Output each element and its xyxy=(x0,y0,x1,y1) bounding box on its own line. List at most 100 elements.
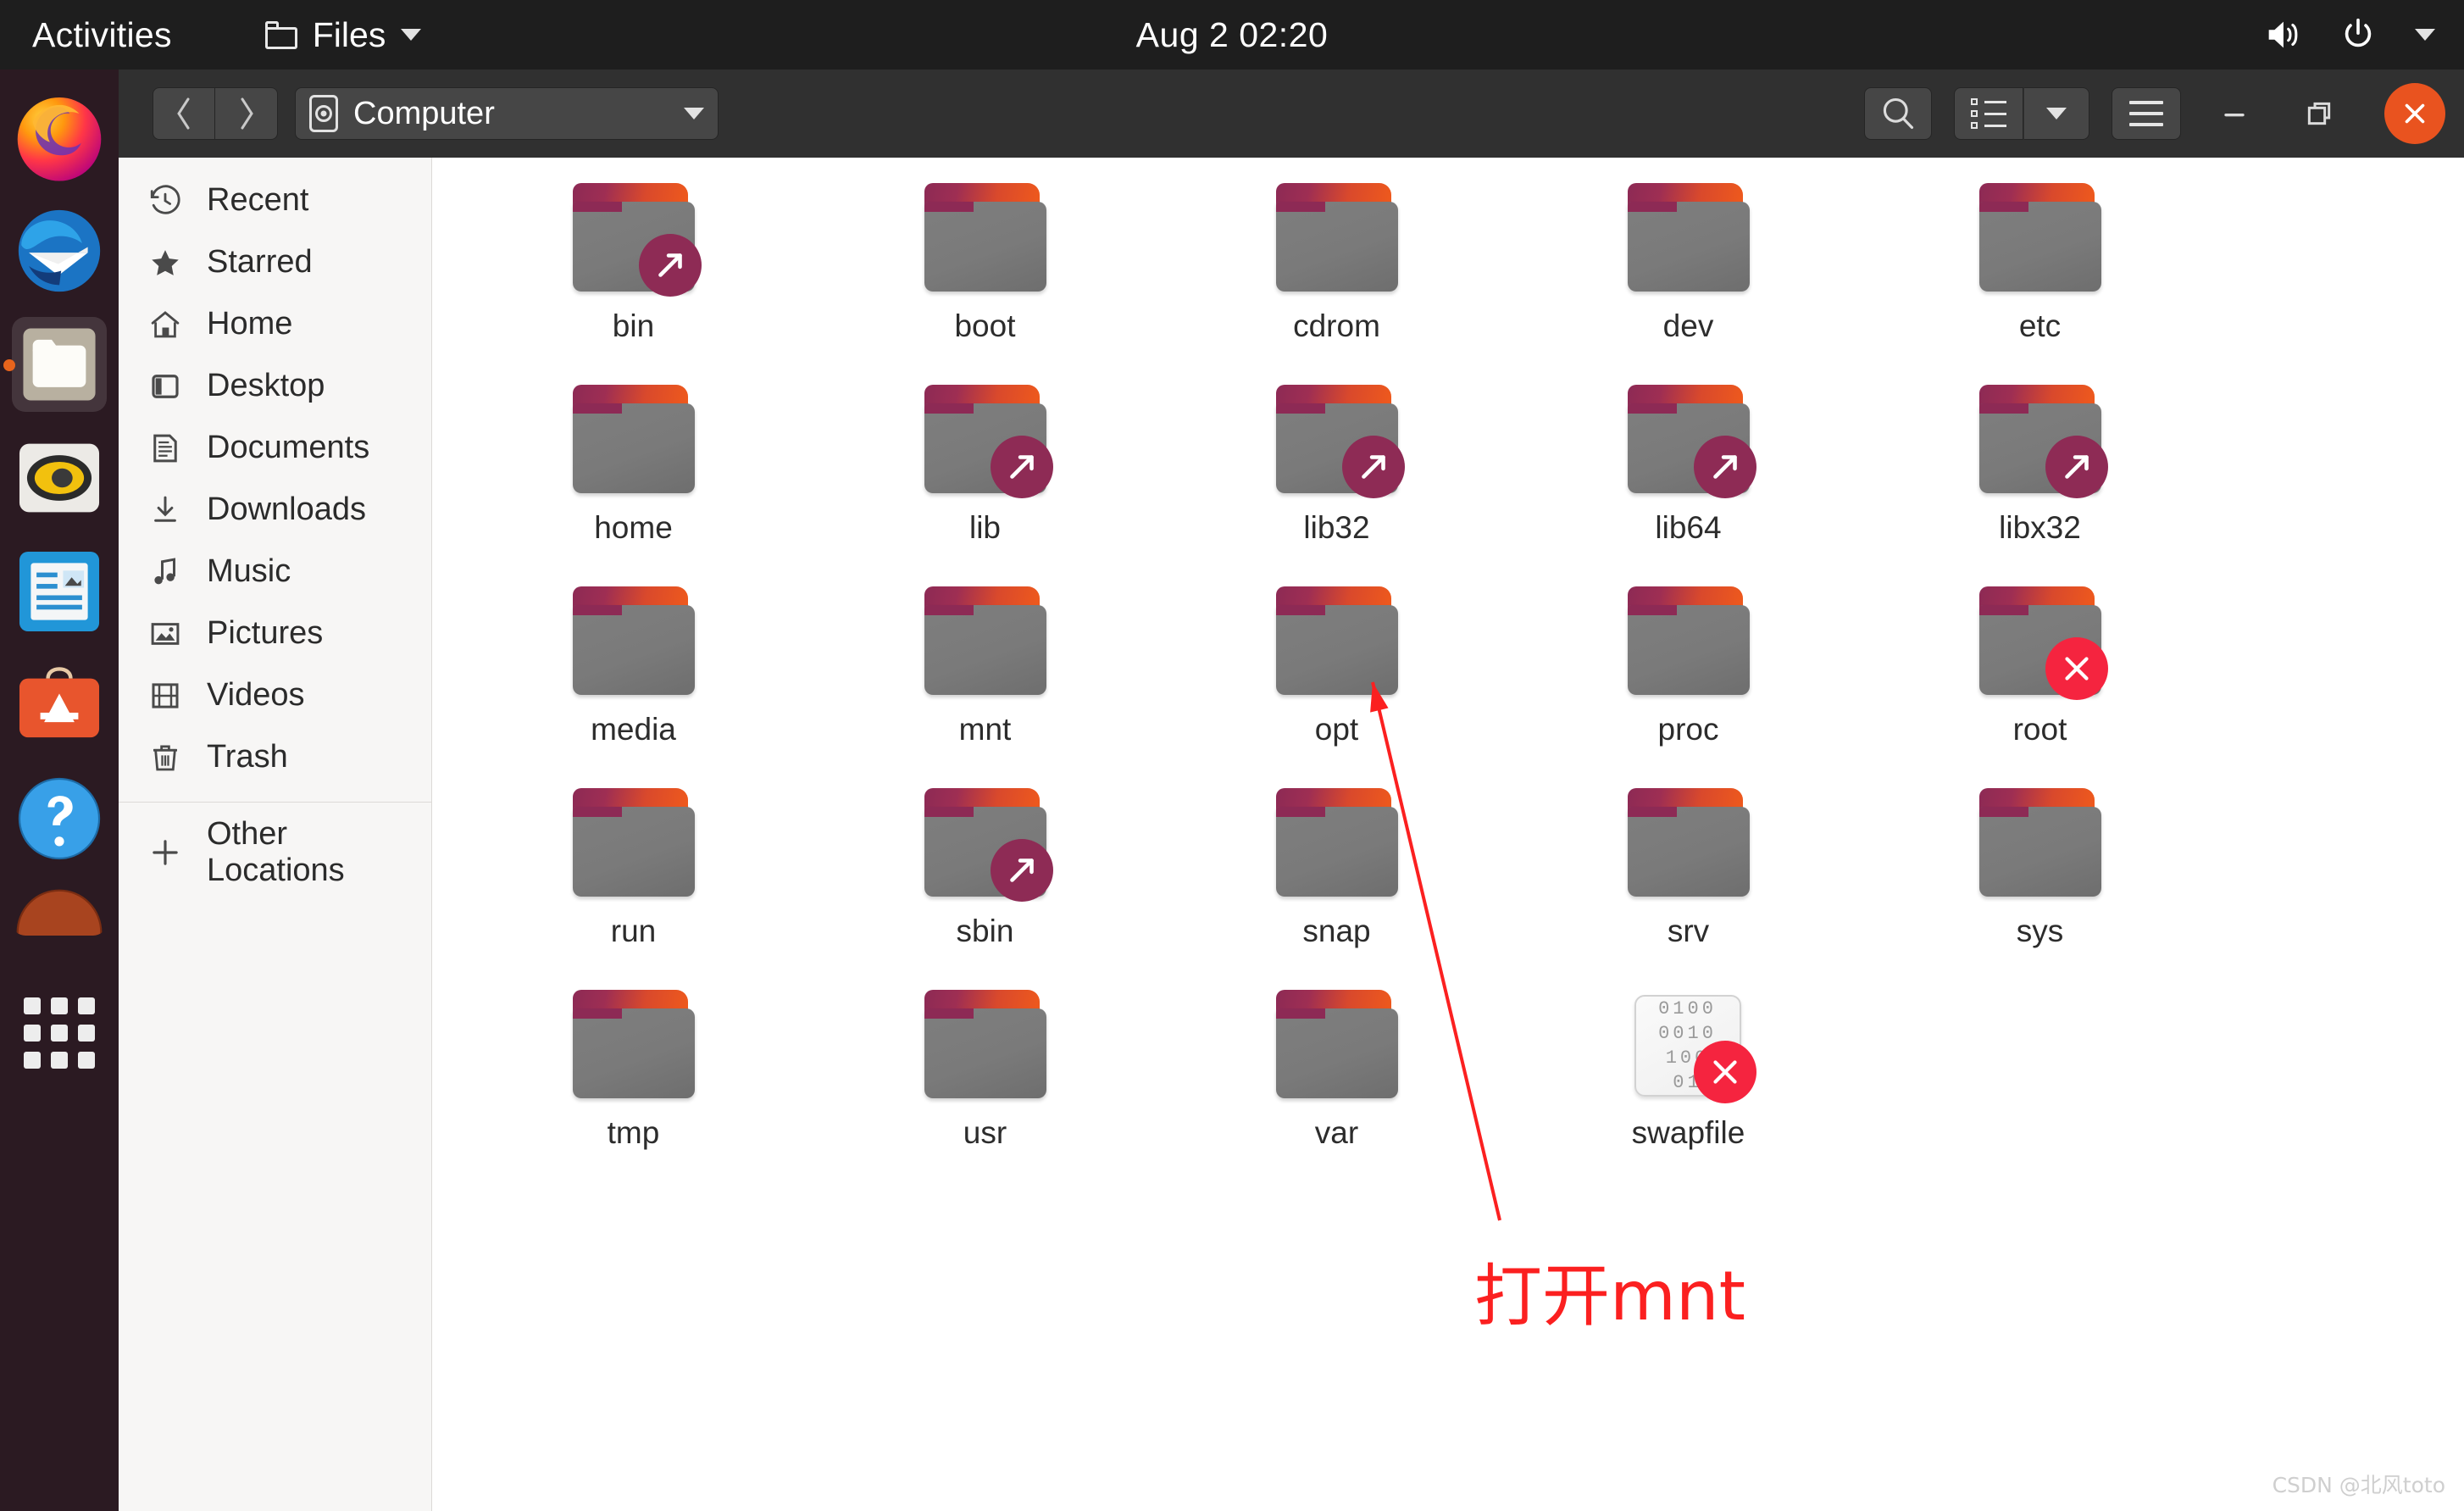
symlink-badge-icon xyxy=(1693,436,1756,498)
show-applications-button[interactable] xyxy=(24,997,95,1069)
file-item-run[interactable]: run xyxy=(507,781,761,983)
file-item-sbin[interactable]: sbin xyxy=(858,781,1113,983)
sidebar-item-label: Other Locations xyxy=(207,815,345,888)
sidebar-item-music[interactable]: Music xyxy=(119,541,431,603)
maximize-icon xyxy=(2307,102,2331,125)
close-icon xyxy=(2405,103,2425,124)
file-view-pane[interactable]: bin boot cdrom dev etc home lib lib32 lib64 libx3… xyxy=(432,158,2464,1511)
dock-item-ubuntu-software[interactable] xyxy=(12,658,107,753)
file-item-snap[interactable]: snap xyxy=(1210,781,1464,983)
search-button[interactable] xyxy=(1864,87,1932,140)
sidebar-item-label: Home xyxy=(207,306,293,342)
folder-icon xyxy=(569,183,702,297)
folder-icon xyxy=(569,385,698,497)
sidebar-item-other-locations[interactable]: Other Locations xyxy=(119,816,431,888)
minimize-button[interactable] xyxy=(2203,82,2266,145)
sidebar-item-recent[interactable]: Recent xyxy=(119,169,431,231)
ubuntu-software-icon xyxy=(19,667,100,738)
file-item-lib32[interactable]: lib32 xyxy=(1210,378,1464,580)
file-item-srv[interactable]: srv xyxy=(1562,781,1816,983)
file-item-label: run xyxy=(610,914,657,948)
file-item-boot[interactable]: boot xyxy=(858,176,1113,378)
folder-icon xyxy=(1273,990,1401,1102)
clock-history-icon xyxy=(150,184,180,214)
file-item-cdrom[interactable]: cdrom xyxy=(1210,176,1464,378)
folder-icon xyxy=(921,586,1050,698)
minimize-icon xyxy=(2224,114,2245,117)
dock-item-rhythmbox[interactable] xyxy=(12,431,107,525)
file-item-label: lib xyxy=(968,510,1002,545)
disk-icon xyxy=(309,95,338,132)
maximize-button[interactable] xyxy=(2288,82,2350,145)
file-item-lib[interactable]: lib xyxy=(858,378,1113,580)
dock-item-firefox[interactable] xyxy=(12,90,107,185)
forward-button[interactable] xyxy=(215,87,278,140)
file-item-libx32[interactable]: libx32 xyxy=(1913,378,2167,580)
file-item-label: sys xyxy=(2016,914,2064,948)
view-mode-group xyxy=(1954,87,2089,140)
path-bar-computer[interactable]: Computer xyxy=(295,87,719,140)
volume-icon[interactable] xyxy=(2262,15,2301,54)
file-item-opt[interactable]: opt xyxy=(1210,580,1464,781)
file-item-usr[interactable]: usr xyxy=(858,983,1113,1185)
file-item-home[interactable]: home xyxy=(507,378,761,580)
help-icon xyxy=(18,777,101,860)
plus-icon xyxy=(153,839,178,865)
list-view-button[interactable] xyxy=(1954,87,2023,140)
file-item-etc[interactable]: etc xyxy=(1913,176,2167,378)
sidebar-item-trash[interactable]: Trash xyxy=(119,726,431,788)
sidebar-item-documents[interactable]: Documents xyxy=(119,417,431,479)
hamburger-menu-icon xyxy=(2129,101,2163,126)
libreoffice-writer-icon xyxy=(19,551,100,632)
power-icon[interactable] xyxy=(2339,15,2378,54)
clock-button[interactable]: Aug 2 02:20 xyxy=(0,15,2464,55)
appgrid-dot xyxy=(78,997,95,1014)
sidebar-item-desktop[interactable]: Desktop xyxy=(119,355,431,417)
rhythmbox-icon xyxy=(19,443,100,513)
list-view-icon xyxy=(1971,98,2006,129)
back-button[interactable] xyxy=(153,87,215,140)
file-item-label: lib32 xyxy=(1303,510,1370,545)
file-item-swapfile[interactable]: 0100 0010 100 01 swapfile xyxy=(1562,983,1816,1185)
folder-icon xyxy=(921,183,1050,295)
dock-item-files[interactable] xyxy=(12,317,107,412)
dock-item-thunderbird[interactable] xyxy=(12,203,107,298)
file-item-proc[interactable]: proc xyxy=(1562,580,1816,781)
sidebar-item-home[interactable]: Home xyxy=(119,293,431,355)
firefox-icon xyxy=(17,97,102,181)
symlink-badge-icon xyxy=(990,436,1053,498)
file-item-sys[interactable]: sys xyxy=(1913,781,2167,983)
file-item-tmp[interactable]: tmp xyxy=(507,983,761,1185)
ubuntu-dock xyxy=(0,69,119,1511)
path-bar-caret-icon[interactable] xyxy=(684,108,704,119)
system-tray[interactable] xyxy=(2262,15,2435,54)
folder-icon xyxy=(921,788,1053,902)
system-menu-caret-icon[interactable] xyxy=(2415,29,2435,41)
file-item-label: cdrom xyxy=(1293,308,1380,343)
sidebar-item-starred[interactable]: Starred xyxy=(119,231,431,293)
folder-icon xyxy=(569,586,698,698)
file-item-mnt[interactable]: mnt xyxy=(858,580,1113,781)
sidebar-item-downloads[interactable]: Downloads xyxy=(119,479,431,541)
file-item-media[interactable]: media xyxy=(507,580,761,781)
dock-item-libreoffice-writer[interactable] xyxy=(12,544,107,639)
dock-item-help[interactable] xyxy=(12,771,107,866)
file-item-dev[interactable]: dev xyxy=(1562,176,1816,378)
sidebar-item-pictures[interactable]: Pictures xyxy=(119,603,431,664)
file-item-label: opt xyxy=(1314,712,1359,747)
appgrid-dot xyxy=(24,997,41,1014)
dock-item-ubuntu-logo[interactable] xyxy=(12,885,107,936)
watermark: CSDN @北风toto xyxy=(2272,1473,2445,1497)
view-options-button[interactable] xyxy=(2023,87,2089,140)
file-item-bin[interactable]: bin xyxy=(507,176,761,378)
file-item-var[interactable]: var xyxy=(1210,983,1464,1185)
search-icon xyxy=(1883,97,1914,130)
main-menu-button[interactable] xyxy=(2112,87,2181,140)
sidebar-item-videos[interactable]: Videos xyxy=(119,664,431,726)
folder-icon xyxy=(1976,586,2108,700)
file-item-root[interactable]: root xyxy=(1913,580,2167,781)
music-note-icon xyxy=(154,557,175,584)
picture-icon xyxy=(151,622,180,645)
close-button[interactable] xyxy=(2384,83,2445,144)
file-item-lib64[interactable]: lib64 xyxy=(1562,378,1816,580)
